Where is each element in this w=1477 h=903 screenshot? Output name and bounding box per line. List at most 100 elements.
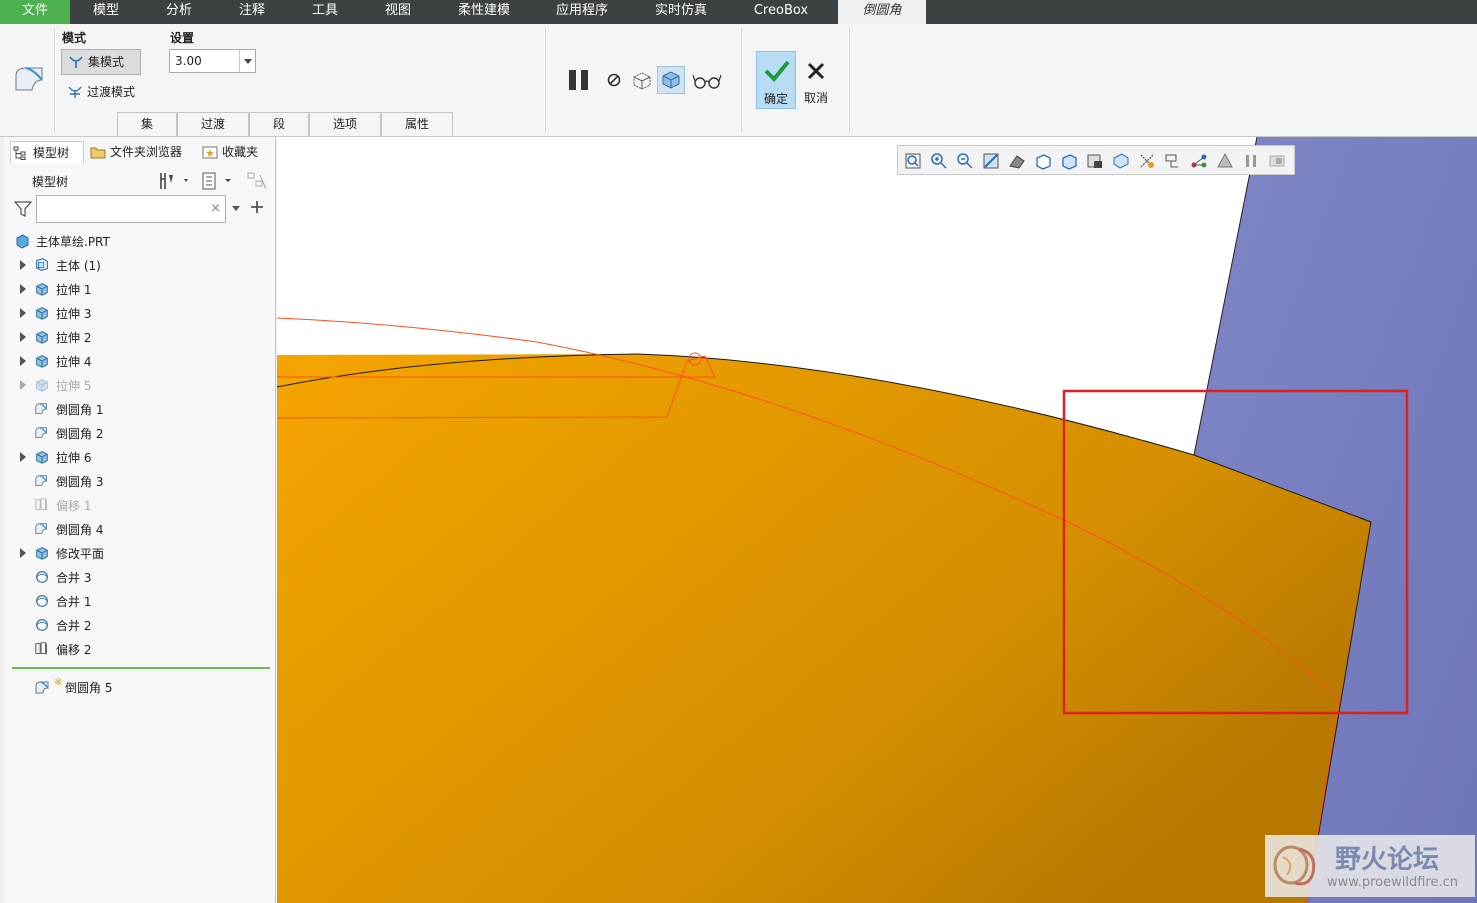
no-preview-icon[interactable]	[606, 72, 622, 88]
subtab-properties[interactable]: 属性	[381, 112, 453, 136]
tab-model-tree[interactable]: 模型树	[10, 141, 84, 163]
menu-tab-file[interactable]: 文件	[0, 0, 70, 24]
tree-item-label: 偏移 1	[56, 499, 92, 513]
tree-item[interactable]: 拉伸 5	[4, 373, 274, 397]
saved-orientations-icon[interactable]	[1034, 152, 1052, 170]
menu-tab-applications[interactable]: 应用程序	[546, 0, 618, 24]
menu-tab-creobox[interactable]: CreoBox	[742, 0, 820, 24]
cancel-label: 取消	[803, 91, 828, 105]
tree-item[interactable]: 拉伸 3	[4, 301, 274, 325]
menu-tab-annotate[interactable]: 注释	[226, 0, 278, 24]
transition-mode-button[interactable]: 过渡模式	[61, 80, 151, 106]
expand-arrow-icon[interactable]	[20, 308, 26, 318]
confirm-button[interactable]: 确定	[756, 51, 796, 109]
favorites-icon	[202, 146, 218, 159]
expand-arrow-icon[interactable]	[20, 332, 26, 342]
insert-indicator[interactable]	[12, 667, 270, 669]
annotation-display-icon[interactable]	[1164, 152, 1182, 170]
tree-item[interactable]: 偏移 1	[4, 493, 274, 517]
menu-tab-simulation[interactable]: 实时仿真	[645, 0, 717, 24]
clear-icon[interactable]: ×	[210, 201, 221, 216]
display-style-icon[interactable]	[1008, 152, 1026, 170]
menu-tab-analysis[interactable]: 分析	[153, 0, 205, 24]
repaint-icon[interactable]	[982, 152, 1000, 170]
tree-item[interactable]: 偏移 2	[4, 637, 274, 661]
appearance-icon[interactable]	[1216, 152, 1234, 170]
tree-settings-icon[interactable]	[158, 171, 192, 191]
expand-arrow-icon[interactable]	[20, 548, 26, 558]
tree-item[interactable]: 倒圆角 2	[4, 421, 274, 445]
transition-mode-label: 过渡模式	[87, 85, 136, 99]
add-icon[interactable]	[250, 200, 264, 214]
cancel-button[interactable]: 取消	[800, 51, 832, 109]
graphics-viewport[interactable]: 野火论坛 www.proewildfire.cn	[277, 137, 1477, 903]
spin-center-icon[interactable]	[1190, 152, 1208, 170]
radius-select[interactable]: 3.00	[169, 49, 256, 73]
tree-item[interactable]: 倒圆角 4	[4, 517, 274, 541]
glasses-icon[interactable]	[692, 72, 722, 90]
pause-animation-icon[interactable]	[1242, 152, 1260, 170]
expand-arrow-icon[interactable]	[20, 284, 26, 294]
tab-model-tree-label: 模型树	[33, 146, 70, 160]
menu-tab-tools[interactable]: 工具	[299, 0, 351, 24]
tree-item[interactable]: 拉伸 4	[4, 349, 274, 373]
expand-arrow-icon[interactable]	[20, 356, 26, 366]
tree-item[interactable]: 修改平面	[4, 541, 274, 565]
view-toolbar	[897, 145, 1295, 175]
show-menu-icon[interactable]	[201, 171, 237, 191]
tree-item[interactable]: 合并 3	[4, 565, 274, 589]
separate-preview-icon[interactable]	[631, 69, 653, 91]
menu-tab-round[interactable]: 倒圆角	[838, 0, 926, 24]
tab-folder-browser[interactable]: 文件夹浏览器	[88, 141, 198, 163]
tree-item-label: 合并 2	[56, 619, 92, 633]
tab-favorites[interactable]: 收藏夹	[200, 141, 270, 163]
pause-icon[interactable]	[567, 68, 591, 92]
zoom-in-icon[interactable]	[930, 152, 948, 170]
filter-settings-icon[interactable]	[246, 171, 268, 191]
chevron-down-icon[interactable]	[230, 203, 242, 213]
refit-icon[interactable]	[904, 152, 922, 170]
folder-icon	[90, 147, 106, 159]
subtab-pieces[interactable]: 段	[249, 112, 309, 136]
filter-icon[interactable]	[14, 201, 32, 217]
ribbon-separator	[545, 28, 546, 132]
tree-item-label: 倒圆角 4	[56, 523, 104, 537]
datum-display-icon[interactable]	[1138, 152, 1156, 170]
menu-tab-flexible-modeling[interactable]: 柔性建模	[448, 0, 520, 24]
chevron-down-icon[interactable]	[239, 50, 255, 72]
tree-item[interactable]: 合并 1	[4, 589, 274, 613]
expand-arrow-icon[interactable]	[20, 452, 26, 462]
subtab-options[interactable]: 选项	[309, 112, 381, 136]
watermark: 野火论坛 www.proewildfire.cn	[1265, 835, 1475, 897]
tree-item[interactable]: 拉伸 1	[4, 277, 274, 301]
section-icon[interactable]	[1112, 152, 1130, 170]
expand-arrow-icon[interactable]	[20, 260, 26, 270]
tree-search-input[interactable]: ×	[36, 195, 226, 223]
menu-tab-view[interactable]: 视图	[372, 0, 424, 24]
tree-item-label: 拉伸 1	[56, 283, 92, 297]
tree-root[interactable]: 主体草绘.PRT	[4, 229, 274, 253]
verify-mode-button[interactable]	[657, 66, 685, 94]
expand-arrow-icon[interactable]	[20, 380, 26, 390]
subtab-sets[interactable]: 集	[117, 112, 177, 136]
tree-item[interactable]: 倒圆角 3	[4, 469, 274, 493]
tree-item[interactable]: 拉伸 2	[4, 325, 274, 349]
forum-logo-icon	[1273, 845, 1316, 886]
perspective-icon[interactable]	[1086, 152, 1104, 170]
tree-item-active-feature[interactable]: ※ 倒圆角 5	[4, 675, 274, 699]
offset-icon	[35, 498, 47, 511]
tree-item[interactable]: 倒圆角 1	[4, 397, 274, 421]
merge-icon	[36, 571, 48, 583]
menu-tab-model[interactable]: 模型	[80, 0, 132, 24]
hide-icon[interactable]	[1268, 152, 1286, 170]
tree-item[interactable]: 拉伸 6	[4, 445, 274, 469]
set-mode-button[interactable]: 集模式	[61, 49, 141, 75]
zoom-out-icon[interactable]	[956, 152, 974, 170]
view-manager-icon[interactable]	[1060, 152, 1078, 170]
subtab-transitions[interactable]: 过渡	[177, 112, 249, 136]
tree-item[interactable]: 合并 2	[4, 613, 274, 637]
tree-item[interactable]: 主体 (1)	[4, 253, 274, 277]
extrude-icon	[36, 547, 48, 560]
extrude-icon	[36, 331, 48, 344]
ribbon-separator	[741, 28, 742, 132]
